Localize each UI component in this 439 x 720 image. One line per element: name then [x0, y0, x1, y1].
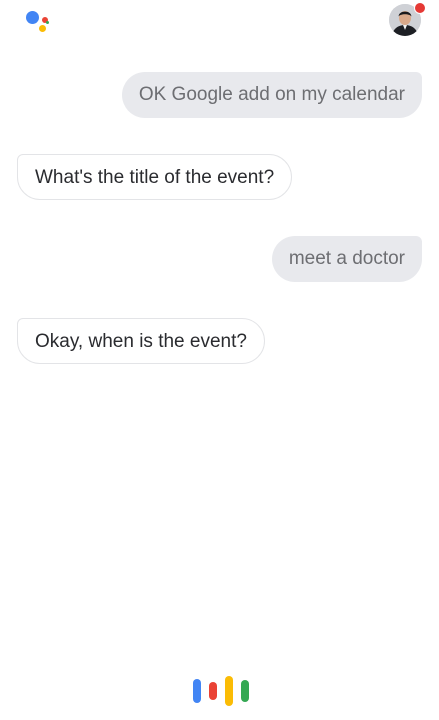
assistant-logo-icon [24, 7, 54, 33]
notification-badge [414, 2, 426, 14]
listening-bar-red [209, 682, 217, 700]
user-message-bubble: OK Google add on my calendar [121, 72, 422, 118]
voice-listening-indicator[interactable] [193, 676, 249, 706]
user-message-bubble: meet a doctor [271, 236, 422, 282]
listening-bar-green [241, 680, 249, 702]
assistant-message-bubble: Okay, when is the event? [17, 318, 265, 364]
listening-bar-yellow [225, 676, 233, 706]
assistant-logo-blue-dot [26, 11, 39, 24]
assistant-message-bubble: What's the title of the event? [17, 154, 293, 200]
listening-bar-blue [193, 679, 201, 703]
assistant-logo-yellow-dot [39, 25, 46, 32]
assistant-logo-green-dot [46, 21, 49, 24]
